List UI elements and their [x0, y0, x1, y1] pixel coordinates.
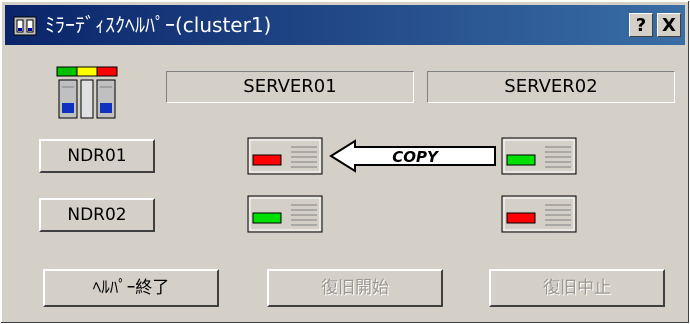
copy-arrow-icon: COPY — [329, 139, 496, 173]
copy-label: COPY — [392, 148, 440, 166]
ndr01-server02-disk-icon — [501, 137, 577, 175]
window-title: ﾐﾗｰﾃﾞｨｽｸﾍﾙﾊﾟｰ(cluster1) — [45, 13, 272, 37]
close-button[interactable]: X — [657, 13, 681, 37]
ndr01-server01-disk-icon — [247, 137, 323, 175]
ndr02-server02-disk-icon — [501, 195, 577, 233]
exit-helper-button[interactable]: ﾍﾙﾊﾟｰ終了 — [43, 269, 219, 307]
server02-label: SERVER02 — [427, 71, 675, 103]
app-icon — [13, 16, 37, 36]
start-recovery-button[interactable]: 復旧開始 — [267, 269, 443, 307]
help-button[interactable]: ? — [629, 13, 653, 37]
server01-label: SERVER01 — [166, 71, 414, 103]
title-bar: ﾐﾗｰﾃﾞｨｽｸﾍﾙﾊﾟｰ(cluster1) ? X — [5, 5, 685, 45]
ndr02-button[interactable]: NDR02 — [39, 198, 155, 232]
ndr02-server01-disk-icon — [247, 195, 323, 233]
mirror-disk-helper-window: ﾐﾗｰﾃﾞｨｽｸﾍﾙﾊﾟｰ(cluster1) ? X SERVER01 SER… — [0, 0, 690, 324]
ndr01-button[interactable]: NDR01 — [39, 139, 155, 173]
stop-recovery-button[interactable]: 復旧中止 — [489, 269, 665, 307]
cluster-icon — [56, 66, 118, 119]
